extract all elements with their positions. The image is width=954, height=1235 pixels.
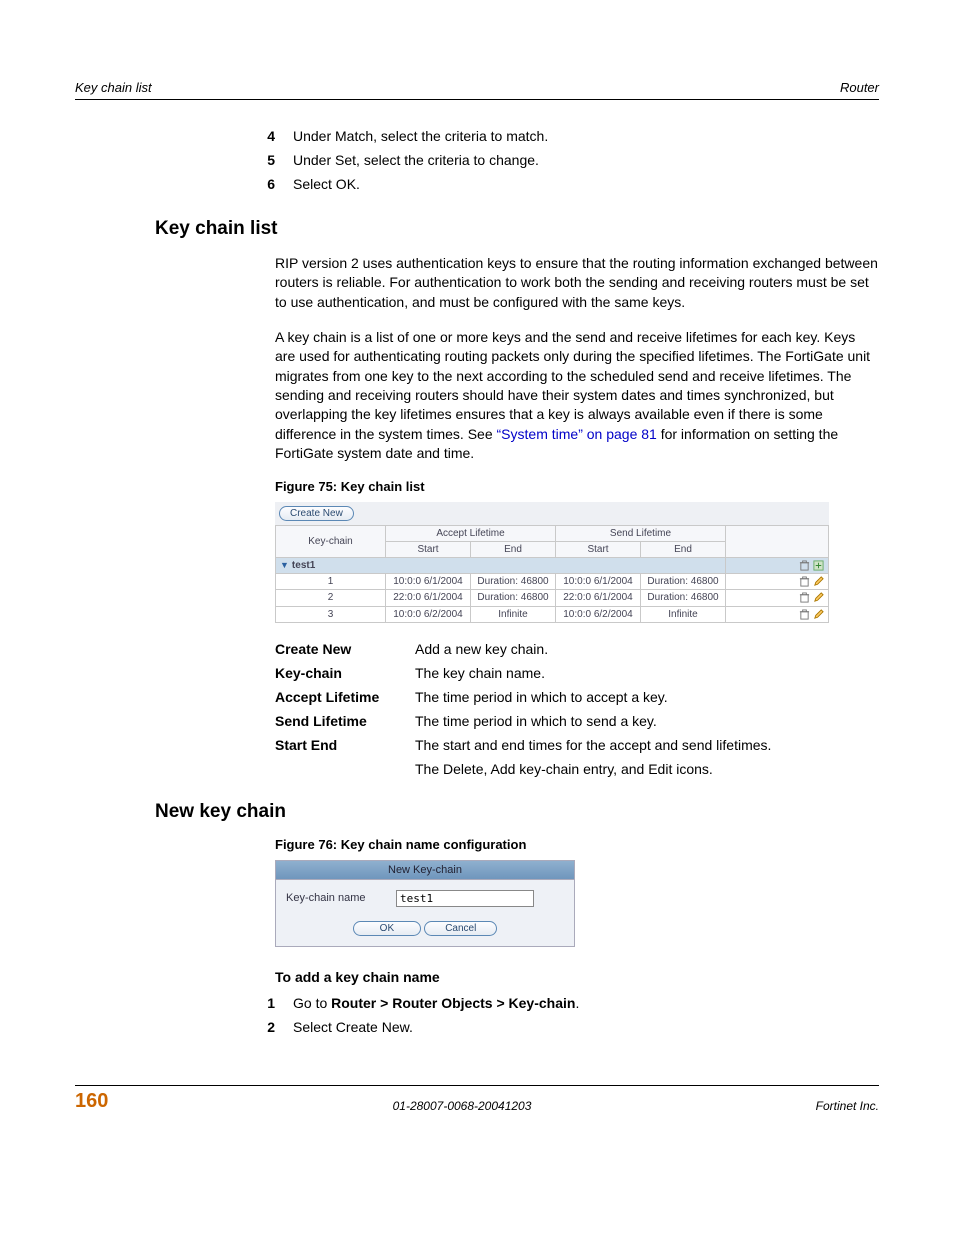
def-term — [275, 761, 415, 777]
col-keychain: Key-chain — [276, 526, 386, 558]
definition-list: Create NewAdd a new key chain. Key-chain… — [275, 641, 879, 777]
table-row: 2 22:0:0 6/1/2004 Duration: 46800 22:0:0… — [276, 590, 829, 606]
keychain-name-input[interactable] — [396, 890, 534, 907]
delete-icon[interactable] — [799, 592, 810, 603]
cell: 10:0:0 6/2/2004 — [556, 606, 641, 622]
edit-icon[interactable] — [813, 576, 824, 587]
cell: Duration: 46800 — [471, 590, 556, 606]
cell: Infinite — [641, 606, 726, 622]
delete-icon[interactable] — [799, 560, 810, 571]
def-term: Start End — [275, 737, 415, 753]
def-desc: The Delete, Add key-chain entry, and Edi… — [415, 761, 879, 777]
figure-75: Create New Key-chain Accept Lifetime Sen… — [275, 502, 829, 623]
col-accept-end: End — [471, 542, 556, 558]
keychain-name-label: Key-chain name — [286, 892, 396, 904]
create-new-button[interactable]: Create New — [279, 506, 354, 521]
def-desc: The time period in which to accept a key… — [415, 689, 879, 705]
cell-id: 3 — [276, 606, 386, 622]
group-row[interactable]: ▼test1 — [276, 558, 726, 574]
figure-75-caption: Figure 75: Key chain list — [275, 479, 879, 494]
step-text: Under Set, select the criteria to change… — [293, 152, 539, 168]
ok-button[interactable]: OK — [353, 921, 421, 936]
def-term: Key-chain — [275, 665, 415, 681]
delete-icon[interactable] — [799, 576, 810, 587]
col-send-start: Start — [556, 542, 641, 558]
procedure-heading: To add a key chain name — [275, 969, 879, 985]
cell-id: 1 — [276, 574, 386, 590]
def-term: Accept Lifetime — [275, 689, 415, 705]
col-send-end: End — [641, 542, 726, 558]
bottom-steps: 1 Go to Router > Router Objects > Key-ch… — [245, 995, 879, 1035]
cell: 22:0:0 6/1/2004 — [556, 590, 641, 606]
step-text: Go to Router > Router Objects > Key-chai… — [293, 995, 579, 1011]
dialog-title: New Key-chain — [275, 860, 575, 879]
cell: Duration: 46800 — [471, 574, 556, 590]
table-row: 3 10:0:0 6/2/2004 Infinite 10:0:0 6/2/20… — [276, 606, 829, 622]
cell: 22:0:0 6/1/2004 — [386, 590, 471, 606]
top-steps: 4Under Match, select the criteria to mat… — [245, 128, 879, 192]
step-num: 6 — [245, 176, 293, 192]
cell: Infinite — [471, 606, 556, 622]
header-left: Key chain list — [75, 80, 152, 95]
table-row: 1 10:0:0 6/1/2004 Duration: 46800 10:0:0… — [276, 574, 829, 590]
cell: Duration: 46800 — [641, 590, 726, 606]
group-name: test1 — [292, 560, 315, 571]
footer-company: Fortinet Inc. — [816, 1099, 879, 1113]
step-num: 1 — [245, 995, 293, 1011]
section-keychain-list: Key chain list — [155, 218, 879, 240]
delete-icon[interactable] — [799, 609, 810, 620]
def-desc: Add a new key chain. — [415, 641, 879, 657]
edit-icon[interactable] — [813, 609, 824, 620]
cell: 10:0:0 6/1/2004 — [386, 574, 471, 590]
step-text: Select OK. — [293, 176, 360, 192]
footer-docid: 01-28007-0068-20041203 — [393, 1099, 532, 1113]
cell: 10:0:0 6/2/2004 — [386, 606, 471, 622]
keychain-table: Key-chain Accept Lifetime Send Lifetime … — [275, 525, 829, 623]
def-desc: The start and end times for the accept a… — [415, 737, 879, 753]
def-desc: The time period in which to send a key. — [415, 713, 879, 729]
def-term: Create New — [275, 641, 415, 657]
add-icon[interactable] — [813, 560, 824, 571]
step-text: Under Match, select the criteria to matc… — [293, 128, 548, 144]
figure-76-caption: Figure 76: Key chain name configuration — [275, 837, 879, 852]
step-num: 5 — [245, 152, 293, 168]
edit-icon[interactable] — [813, 592, 824, 603]
section-new-keychain: New key chain — [155, 801, 879, 823]
cell-id: 2 — [276, 590, 386, 606]
step-num: 4 — [245, 128, 293, 144]
header-right: Router — [840, 80, 879, 95]
col-actions — [726, 526, 829, 558]
col-send: Send Lifetime — [556, 526, 726, 542]
paragraph: RIP version 2 uses authentication keys t… — [275, 254, 879, 312]
paragraph: A key chain is a list of one or more key… — [275, 328, 879, 463]
def-desc: The key chain name. — [415, 665, 879, 681]
page-number: 160 — [75, 1090, 108, 1113]
def-term: Send Lifetime — [275, 713, 415, 729]
cell: 10:0:0 6/1/2004 — [556, 574, 641, 590]
col-accept: Accept Lifetime — [386, 526, 556, 542]
chevron-down-icon[interactable]: ▼ — [280, 560, 292, 570]
step-num: 2 — [245, 1019, 293, 1035]
cell: Duration: 46800 — [641, 574, 726, 590]
figure-76: New Key-chain Key-chain name OK Cancel — [275, 860, 575, 947]
step-text: Select Create New. — [293, 1019, 413, 1035]
system-time-link[interactable]: “System time” on page 81 — [497, 426, 657, 442]
col-accept-start: Start — [386, 542, 471, 558]
cancel-button[interactable]: Cancel — [424, 921, 497, 936]
